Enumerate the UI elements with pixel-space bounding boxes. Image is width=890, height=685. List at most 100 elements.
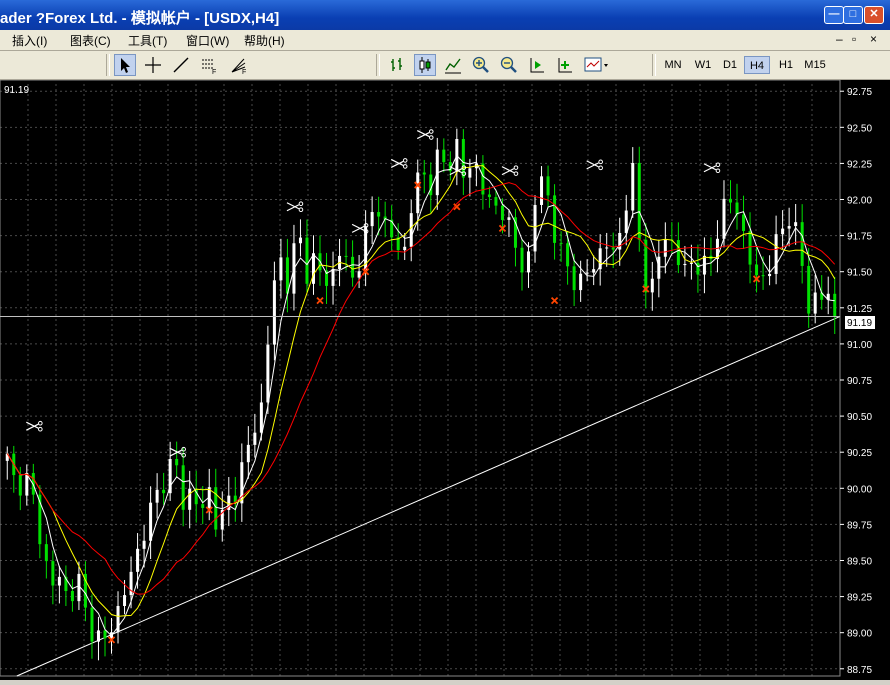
candle-body (44, 544, 48, 562)
candle-body (403, 246, 407, 251)
candle-body (57, 576, 61, 586)
candle-body (429, 174, 433, 196)
fibo-fan-tool-button[interactable]: F (228, 54, 250, 76)
candle-body (96, 630, 100, 642)
timeframe-h1[interactable]: H1 (773, 56, 799, 74)
candle-body (768, 273, 772, 277)
price-axis: 92.75 92.50 92.25 92.00 91.75 91.50 91.25 91.00… (840, 87, 872, 676)
zoom-out-button[interactable] (498, 54, 520, 76)
candle-body (18, 475, 22, 496)
candle-body (422, 172, 426, 175)
candle-body (605, 247, 609, 249)
maximize-button[interactable]: □ (843, 6, 863, 24)
candle-body (142, 540, 146, 549)
price-tick-label: 90.00 (847, 484, 872, 495)
candle-body (311, 253, 315, 284)
zoom-out-icon (500, 56, 517, 73)
candle-body (279, 257, 283, 281)
candle-body (500, 205, 504, 220)
candle-body (800, 222, 804, 266)
autoscroll-button[interactable] (554, 54, 576, 76)
toolbar-separator (106, 54, 110, 76)
candle-body (123, 595, 127, 606)
price-tick-label: 92.50 (847, 123, 872, 134)
scissors-marker-icon (703, 162, 721, 174)
price-tick-label: 91.00 (847, 340, 872, 351)
candle-body (755, 264, 759, 276)
crosshair-tool-button[interactable] (142, 54, 164, 76)
menu-tools[interactable]: 工具(T) (128, 32, 167, 49)
candle-body (572, 266, 576, 291)
bar-chart-button[interactable] (386, 54, 408, 76)
cross-marker-icon (550, 296, 559, 305)
candle-body (689, 262, 693, 264)
candle-body (585, 272, 589, 274)
cross-marker-icon (316, 296, 324, 305)
timeframe-d1[interactable]: D1 (717, 56, 743, 74)
candle-body (507, 217, 511, 220)
candle-body (553, 195, 557, 243)
mdi-restore-button[interactable]: ▫ (852, 32, 856, 46)
timeframe-m15[interactable]: M15 (800, 56, 830, 74)
fibonacci-tool-button[interactable]: F (198, 54, 220, 76)
autoscroll-icon (558, 58, 572, 73)
price-tick-label: 89.00 (847, 629, 872, 640)
line-chart-button[interactable] (442, 54, 464, 76)
zoom-in-icon (472, 56, 489, 73)
price-tick-label: 92.75 (847, 87, 872, 98)
chart-window[interactable]: 92.75 92.50 92.25 92.00 91.75 91.50 91.25 91.00… (0, 79, 890, 680)
cursor-tool-button[interactable] (114, 54, 136, 76)
menu-help[interactable]: 帮助(H) (244, 32, 285, 49)
candle-body (201, 504, 205, 508)
candle-body (540, 176, 544, 205)
candle-body (298, 237, 302, 244)
candle-body (149, 502, 153, 541)
candle-body (657, 256, 661, 279)
menu-charts[interactable]: 图表(C) (70, 32, 111, 49)
candle-body (90, 607, 94, 642)
price-tick-label: 92.25 (847, 159, 872, 170)
candlestick-chart-button[interactable] (414, 54, 436, 76)
timeframe-w1[interactable]: W1 (690, 56, 716, 74)
window-title: ader ?Forex Ltd. - 模拟帐户 - [USDX,H4] (0, 10, 280, 27)
candle-body (259, 402, 263, 433)
templates-button[interactable] (582, 54, 612, 76)
ma-mid-line (6, 165, 836, 617)
candle-body (409, 213, 413, 247)
candle-body (546, 176, 550, 196)
price-chart[interactable]: 92.75 92.50 92.25 92.00 91.75 91.50 91.25 91.00… (0, 79, 890, 680)
candle-body (676, 240, 680, 266)
mdi-minimize-button[interactable]: – (836, 32, 843, 46)
candle-body (637, 162, 641, 240)
candle-body (266, 344, 270, 403)
candle-body (833, 293, 837, 317)
minimize-button[interactable]: — (824, 6, 844, 24)
svg-text:F: F (212, 69, 216, 75)
candle-body (527, 251, 531, 273)
trendline-tool-button[interactable] (170, 54, 192, 76)
menu-insert[interactable]: 插入(I) (12, 32, 47, 49)
window-title-bar[interactable]: ader ?Forex Ltd. - 模拟帐户 - [USDX,H4] — □ … (0, 0, 890, 30)
candle-body (722, 198, 726, 239)
price-tick-label: 90.50 (847, 412, 872, 423)
chart-shift-button[interactable] (526, 54, 548, 76)
menu-window[interactable]: 窗口(W) (186, 32, 229, 49)
zoom-in-button[interactable] (470, 54, 492, 76)
candle-body (246, 444, 250, 463)
candle-body (253, 432, 257, 445)
candle-body (787, 226, 791, 229)
candle-body (494, 197, 498, 206)
price-tick-label: 91.25 (847, 304, 872, 315)
price-tick-label: 89.75 (847, 520, 872, 531)
timeframe-h4[interactable]: H4 (744, 56, 770, 74)
timeframe-mn[interactable]: MN (660, 56, 686, 74)
candle-body (748, 231, 752, 265)
mdi-close-button[interactable]: × (870, 32, 877, 46)
candle-body (162, 489, 166, 494)
price-tick-label: 88.75 (847, 665, 872, 676)
candle-body (51, 561, 55, 586)
fibo-fan-icon: F (231, 58, 246, 76)
close-button[interactable]: ✕ (864, 6, 884, 24)
toolbar-separator (376, 54, 380, 76)
candle-body (761, 275, 765, 277)
